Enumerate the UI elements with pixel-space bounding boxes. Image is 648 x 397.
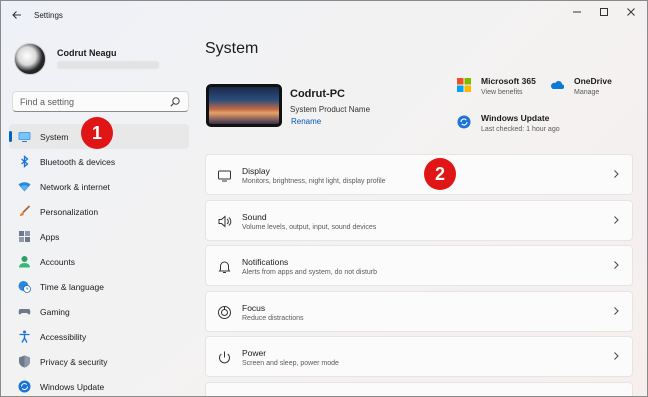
window-title: Settings xyxy=(34,11,63,20)
onedrive-cloud-icon xyxy=(551,80,564,89)
sidebar-item-label: Gaming xyxy=(40,307,70,317)
sidebar-item-privacy-security[interactable]: Privacy & security xyxy=(9,349,189,374)
sidebar-item-label: Privacy & security xyxy=(40,357,108,367)
title-bar: Settings xyxy=(1,1,647,31)
monitor-icon xyxy=(18,132,31,142)
maximize-button[interactable] xyxy=(594,6,614,24)
sidebar-item-time-language[interactable]: Time & language xyxy=(9,274,189,299)
page-title: System xyxy=(205,40,259,57)
onedrive-title: OneDrive xyxy=(574,76,612,86)
card-title: Focus xyxy=(242,302,266,313)
sidebar-item-network[interactable]: Network & internet xyxy=(9,174,189,199)
bluetooth-icon xyxy=(21,155,29,168)
chevron-right-icon xyxy=(614,352,619,360)
device-model: System Product Name xyxy=(290,105,371,114)
card-power[interactable]: Power Screen and sleep, power mode xyxy=(205,336,633,377)
card-subtitle: Screen and sleep, power mode xyxy=(242,360,339,367)
card-subtitle: Alerts from apps and system, do not dist… xyxy=(242,269,378,276)
user-email-redacted xyxy=(57,61,159,69)
sidebar-item-apps[interactable]: Apps xyxy=(9,224,189,249)
sidebar-nav: System Bluetooth & devices Network & int… xyxy=(9,124,189,396)
search-placeholder: Find a setting xyxy=(20,97,75,107)
globe-clock-icon xyxy=(18,281,31,293)
sidebar-item-label: Personalization xyxy=(40,207,99,217)
brush-icon xyxy=(20,205,31,216)
focus-icon xyxy=(218,305,231,319)
card-subtitle: Reduce distractions xyxy=(242,314,304,322)
microsoft-365-tile[interactable]: Microsoft 365 View benefits xyxy=(457,76,557,102)
accessibility-icon xyxy=(19,330,30,343)
wallpaper-preview xyxy=(209,87,279,124)
card-title: Notifications xyxy=(242,257,289,267)
card-notifications[interactable]: Notifications Alerts from apps and syste… xyxy=(205,245,633,286)
card-title: Sound xyxy=(242,211,267,222)
chevron-right-icon xyxy=(614,306,619,315)
gamepad-icon xyxy=(18,309,31,315)
speaker-icon xyxy=(218,214,232,228)
sidebar-item-personalization[interactable]: Personalization xyxy=(9,199,189,224)
search-icon xyxy=(170,97,180,107)
device-thumbnail xyxy=(206,84,282,127)
refresh-icon xyxy=(18,380,31,393)
apps-icon xyxy=(19,231,30,242)
windows-update-title: Windows Update xyxy=(481,113,550,123)
card-partial[interactable] xyxy=(205,381,633,396)
minimize-button[interactable] xyxy=(567,6,587,24)
chevron-right-icon xyxy=(614,261,619,269)
sidebar-item-label: Apps xyxy=(40,232,60,242)
sidebar-item-label: Accessibility xyxy=(40,332,87,342)
onedrive-tile[interactable]: OneDrive Manage xyxy=(550,76,640,102)
wifi-icon xyxy=(18,182,31,192)
sidebar-item-accessibility[interactable]: Accessibility xyxy=(9,324,189,349)
microsoft-logo-icon xyxy=(457,78,471,92)
annotation-badge-2: 2 xyxy=(424,158,456,190)
avatar[interactable] xyxy=(14,43,46,75)
minimize-icon xyxy=(573,11,581,13)
microsoft-365-subtitle[interactable]: View benefits xyxy=(481,89,523,96)
user-name: Codrut Neagu xyxy=(57,48,117,58)
windows-update-subtitle: Last checked: 1 hour ago xyxy=(481,126,560,133)
chevron-right-icon xyxy=(614,215,619,224)
settings-window: Settings Codrut Neagu Find a setting Sys… xyxy=(0,0,648,397)
sidebar-item-label: Windows Update xyxy=(40,382,105,392)
sidebar-item-windows-update[interactable]: Windows Update xyxy=(9,374,189,396)
shield-icon xyxy=(19,355,30,368)
sidebar-item-label: Time & language xyxy=(40,282,104,292)
maximize-icon xyxy=(600,8,608,16)
card-subtitle: Monitors, brightness, night light, displ… xyxy=(242,178,386,185)
sidebar-item-bluetooth[interactable]: Bluetooth & devices xyxy=(9,149,189,174)
card-sound[interactable]: Sound Volume levels, output, input, soun… xyxy=(205,199,633,241)
sidebar-item-label: System xyxy=(40,132,69,142)
power-icon xyxy=(219,351,230,364)
person-icon xyxy=(19,256,30,268)
sidebar-item-label: Accounts xyxy=(40,257,75,267)
card-focus[interactable]: Focus Reduce distractions xyxy=(205,290,633,332)
settings-cards: Display Monitors, brightness, night ligh… xyxy=(205,154,633,396)
sidebar-item-gaming[interactable]: Gaming xyxy=(9,299,189,324)
card-title: Power xyxy=(242,348,267,358)
bell-icon xyxy=(218,261,231,273)
windows-update-icon xyxy=(457,115,471,129)
close-icon xyxy=(627,8,635,16)
windows-update-tile[interactable]: Windows Update Last checked: 1 hour ago xyxy=(457,113,607,139)
card-title: Display xyxy=(242,166,270,176)
search-input[interactable]: Find a setting xyxy=(12,91,189,112)
onedrive-subtitle[interactable]: Manage xyxy=(574,89,599,96)
main-content: System Codrut-PC System Product Name Ren… xyxy=(197,31,647,396)
back-button[interactable] xyxy=(9,8,25,24)
sidebar-item-label: Network & internet xyxy=(40,182,110,192)
display-icon xyxy=(218,170,231,182)
close-button[interactable] xyxy=(621,6,641,24)
sidebar-item-label: Bluetooth & devices xyxy=(40,157,116,167)
card-display[interactable]: Display Monitors, brightness, night ligh… xyxy=(205,154,633,195)
rename-link[interactable]: Rename xyxy=(291,117,321,126)
arrow-left-icon xyxy=(12,11,21,19)
card-subtitle: Volume levels, output, input, sound devi… xyxy=(242,223,377,231)
device-name: Codrut-PC xyxy=(290,88,345,100)
microsoft-365-title: Microsoft 365 xyxy=(481,76,536,86)
chevron-right-icon xyxy=(614,170,619,178)
sidebar: Codrut Neagu Find a setting System Bluet… xyxy=(1,31,197,396)
sidebar-item-accounts[interactable]: Accounts xyxy=(9,249,189,274)
annotation-badge-1: 1 xyxy=(81,117,113,149)
